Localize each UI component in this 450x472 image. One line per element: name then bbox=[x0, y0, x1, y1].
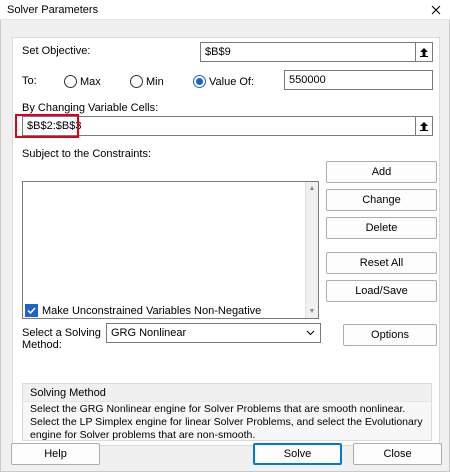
close-icon bbox=[431, 5, 441, 15]
range-select-icon bbox=[420, 48, 428, 57]
value-of-input[interactable]: 550000 bbox=[284, 70, 433, 90]
method-label-line2: Method: bbox=[22, 339, 62, 351]
reset-all-button[interactable]: Reset All bbox=[326, 252, 437, 274]
solve-button[interactable]: Solve bbox=[253, 443, 342, 465]
value-of-radio[interactable] bbox=[193, 75, 206, 88]
changing-cells-label: By Changing Variable Cells: bbox=[22, 102, 159, 114]
highlight-box bbox=[15, 114, 79, 138]
solving-method-group: Solving Method Select the GRG Nonlinear … bbox=[22, 383, 432, 441]
max-radio[interactable] bbox=[64, 75, 77, 88]
close-button[interactable]: Close bbox=[353, 443, 442, 465]
min-radio[interactable] bbox=[130, 75, 143, 88]
constraints-label: Subject to the Constraints: bbox=[22, 148, 152, 160]
change-button[interactable]: Change bbox=[326, 189, 437, 211]
checkmark-icon bbox=[27, 307, 36, 315]
dialog-client: Set Objective: $B$9 To: Max Min Value Of… bbox=[0, 20, 450, 472]
objective-collapse-button[interactable] bbox=[415, 42, 433, 62]
changing-cells-input[interactable]: $B$2:$B$3 bbox=[22, 116, 417, 136]
changing-cells-collapse-button[interactable] bbox=[415, 116, 433, 136]
title-bar: Solver Parameters bbox=[0, 0, 450, 20]
to-label: To: bbox=[22, 75, 37, 87]
objective-input[interactable]: $B$9 bbox=[200, 42, 417, 62]
add-button[interactable]: Add bbox=[326, 161, 437, 183]
min-label: Min bbox=[146, 76, 164, 88]
solving-method-description: Select the GRG Nonlinear engine for Solv… bbox=[30, 403, 423, 441]
scroll-down-arrow-icon[interactable]: ▼ bbox=[306, 305, 318, 318]
window-title: Solver Parameters bbox=[7, 4, 99, 16]
load-save-button[interactable]: Load/Save bbox=[326, 280, 437, 302]
solving-method-select[interactable]: GRG Nonlinear bbox=[106, 323, 321, 343]
delete-button[interactable]: Delete bbox=[326, 217, 437, 239]
options-button[interactable]: Options bbox=[343, 324, 437, 346]
objective-label: Set Objective: bbox=[22, 45, 91, 57]
nonnegative-checkbox[interactable] bbox=[25, 304, 38, 317]
method-label-line1: Select a Solving bbox=[22, 327, 101, 339]
help-button[interactable]: Help bbox=[11, 443, 100, 465]
constraints-scrollbar[interactable]: ▲ ▼ bbox=[305, 182, 318, 318]
max-label: Max bbox=[80, 76, 101, 88]
scroll-up-arrow-icon[interactable]: ▲ bbox=[306, 182, 318, 195]
solving-method-title: Solving Method bbox=[23, 384, 431, 402]
nonnegative-label: Make Unconstrained Variables Non-Negativ… bbox=[42, 305, 262, 317]
constraints-list[interactable]: ▲ ▼ bbox=[22, 181, 319, 319]
solving-method-value: GRG Nonlinear bbox=[111, 327, 187, 339]
close-window-button[interactable] bbox=[422, 0, 450, 20]
range-select-icon bbox=[420, 122, 428, 131]
value-of-label: Value Of: bbox=[209, 76, 255, 88]
chevron-down-icon bbox=[306, 330, 315, 336]
